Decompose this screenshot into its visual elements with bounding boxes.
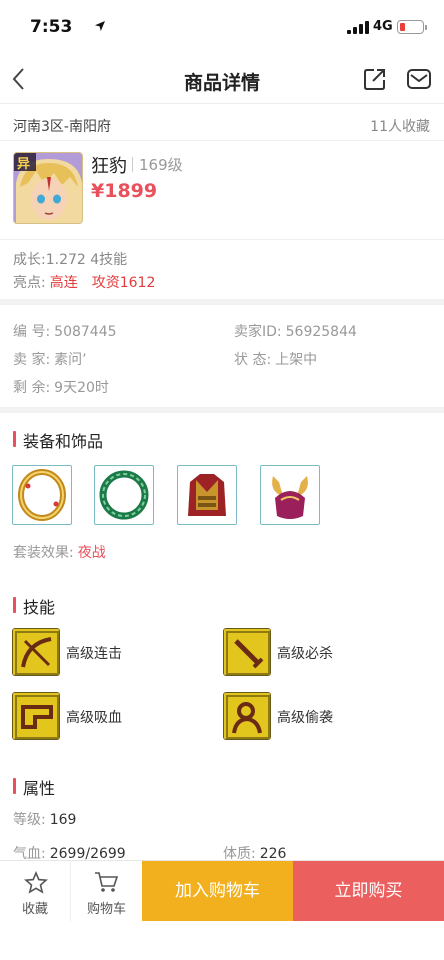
- critical-skill-icon[interactable]: [223, 628, 271, 676]
- highlight-tag: 攻资1612: [91, 275, 156, 291]
- section-gap: [0, 407, 444, 413]
- role-badge: 异: [17, 157, 31, 172]
- armor-icon[interactable]: [177, 465, 237, 525]
- network-type: 4G: [373, 19, 393, 34]
- signal-icon: [347, 21, 369, 34]
- location-arrow-icon: [95, 21, 105, 31]
- role-price: ¥1899: [91, 180, 158, 202]
- bottom-action-bar: 收藏 购物车 加入购物车 立即购买: [0, 860, 444, 921]
- role-level: 169级: [139, 156, 183, 174]
- jade-ring-icon[interactable]: [94, 465, 154, 525]
- section-gap: [0, 299, 444, 305]
- highlight-tag: 高连: [49, 275, 78, 291]
- cart-button[interactable]: 购物车: [71, 861, 142, 921]
- listing-id: 编 号: 5087445: [13, 324, 117, 340]
- server-row: 河南3区-南阳府 11人收藏: [0, 105, 444, 141]
- role-name: 狂豹: [91, 156, 127, 177]
- battery-cap: [425, 25, 427, 30]
- role-growth: 成长:1.272 4技能: [13, 252, 128, 268]
- lifesteal-skill-icon[interactable]: [12, 692, 60, 740]
- role-highlights: 亮点: 高连 攻资1612: [13, 272, 165, 292]
- share-icon[interactable]: [363, 67, 387, 91]
- cart-label: 购物车: [86, 902, 126, 917]
- attributes-section-title: 属性: [13, 775, 55, 799]
- server-name: 河南3区-南阳府: [13, 119, 111, 135]
- status-bar: 7:53 4G: [0, 0, 444, 54]
- suit-effect: 套装效果: 夜战: [13, 545, 106, 561]
- seller-id: 卖家ID: 56925844: [234, 324, 357, 340]
- skills-section-title: 技能: [13, 594, 55, 618]
- cart-icon: [95, 872, 119, 892]
- equipment-section-title: 装备和饰品: [13, 428, 103, 452]
- seller-name: 卖 家: 素问’: [13, 352, 87, 368]
- nav-bar: 商品详情: [0, 54, 444, 104]
- buy-now-button[interactable]: 立即购买: [293, 861, 444, 921]
- favorite-label: 收藏: [21, 902, 48, 917]
- gold-ring-icon[interactable]: [12, 465, 72, 525]
- attr-level: 等级: 169: [13, 812, 77, 828]
- ambush-skill-icon[interactable]: [223, 692, 271, 740]
- helmet-icon[interactable]: [260, 465, 320, 525]
- divider: [0, 239, 444, 240]
- role-avatar: 异: [13, 152, 83, 224]
- time-remaining: 剩 余: 9天20时: [13, 380, 109, 396]
- skill-label: 高级必杀: [277, 646, 333, 662]
- skill-label: 高级吸血: [66, 710, 122, 726]
- star-icon: [24, 871, 48, 894]
- highlight-label: 亮点:: [13, 275, 46, 291]
- message-icon[interactable]: [406, 68, 432, 90]
- status-time: 7:53: [30, 17, 73, 37]
- skill-label: 高级连击: [66, 646, 122, 662]
- add-to-cart-button[interactable]: 加入购物车: [142, 861, 293, 921]
- combo-skill-icon[interactable]: [12, 628, 60, 676]
- battery-icon: [397, 20, 424, 34]
- favorite-button[interactable]: 收藏: [0, 861, 71, 921]
- listing-status: 状 态: 上架中: [234, 352, 318, 368]
- role-separator: [132, 157, 133, 172]
- skill-label: 高级偷袭: [277, 710, 333, 726]
- favorite-count: 11人收藏: [370, 119, 430, 135]
